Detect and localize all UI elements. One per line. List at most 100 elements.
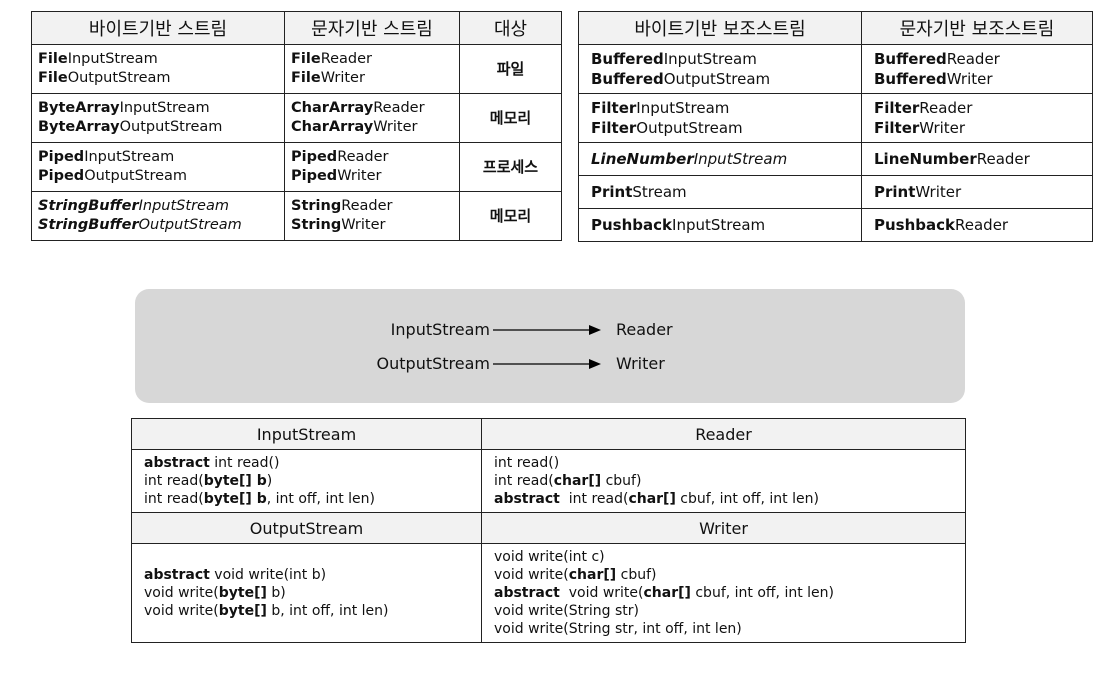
header-outputstream: OutputStream xyxy=(131,512,482,544)
method-signature: abstract int read(char[] cbuf, int off, … xyxy=(494,491,819,507)
method-signature: abstract void write(int b) xyxy=(144,567,327,583)
method-signature: int read(byte[] b) xyxy=(144,473,273,489)
method-signature: void write(char[] cbuf) xyxy=(494,567,657,583)
class-name-prefix: Print xyxy=(591,183,633,201)
mapping-to: Reader xyxy=(616,320,673,339)
right-arrow-icon xyxy=(493,359,601,369)
table-row: FileInputStream FileOutputStream FileRea… xyxy=(31,44,562,94)
class-name-suffix: Writer xyxy=(915,183,962,201)
char-stream-cell: CharArrayReader CharArrayWriter xyxy=(284,93,460,143)
table-header-row: 바이트기반 스트림 문자기반 스트림 대상 xyxy=(31,11,562,45)
reader-methods-cell: int read() int read(char[] cbuf) abstrac… xyxy=(481,449,966,513)
char-stream-cell: PipedReader PipedWriter xyxy=(284,142,460,192)
method-signature: int read() xyxy=(494,455,560,471)
table-row: FilterInputStream FilterOutputStream Fil… xyxy=(578,93,1093,143)
target-cell: 파일 xyxy=(459,44,562,94)
mapping-from: InputStream xyxy=(390,320,490,339)
byte-aux-cell: PushbackInputStream xyxy=(578,208,862,242)
header-byte-aux-stream: 바이트기반 보조스트림 xyxy=(578,11,862,45)
char-aux-cell: BufferedReader BufferedWriter xyxy=(861,44,1093,94)
class-name: ByteArrayInputStream xyxy=(38,100,210,116)
table-header-row: OutputStream Writer xyxy=(131,512,966,544)
char-stream-cell: StringReader StringWriter xyxy=(284,191,460,241)
header-reader: Reader xyxy=(481,418,966,450)
method-signature: int read(char[] cbuf) xyxy=(494,473,642,489)
table-row: StringBufferInputStream StringBufferOutp… xyxy=(31,191,562,241)
class-name: PipedOutputStream xyxy=(38,168,188,184)
class-name: BufferedWriter xyxy=(874,70,993,88)
class-name-suffix: InputStream xyxy=(693,150,788,168)
byte-stream-cell: ByteArrayInputStream ByteArrayOutputStre… xyxy=(31,93,285,143)
table-row: PushbackInputStream PushbackReader xyxy=(578,208,1093,242)
byte-stream-cell: StringBufferInputStream StringBufferOutp… xyxy=(31,191,285,241)
header-char-aux-stream: 문자기반 보조스트림 xyxy=(861,11,1093,45)
class-name: BufferedInputStream xyxy=(591,50,757,68)
table-row: BufferedInputStream BufferedOutputStream… xyxy=(578,44,1093,94)
byte-aux-cell: BufferedInputStream BufferedOutputStream xyxy=(578,44,862,94)
class-name: BufferedReader xyxy=(874,50,1000,68)
class-name: FilterReader xyxy=(874,99,973,117)
mapping-row: OutputStream Writer xyxy=(135,351,965,377)
right-arrow-icon xyxy=(493,325,601,335)
class-name-suffix: Reader xyxy=(955,216,1009,234)
class-name: PipedReader xyxy=(291,149,389,165)
target-cell: 메모리 xyxy=(459,93,562,143)
class-name: PipedInputStream xyxy=(38,149,175,165)
writer-methods-cell: void write(int c) void write(char[] cbuf… xyxy=(481,543,966,643)
class-name-suffix: Reader xyxy=(976,150,1030,168)
class-name-prefix: LineNumber xyxy=(874,150,977,168)
byte-aux-cell: PrintStream xyxy=(578,175,862,209)
class-name: FileWriter xyxy=(291,70,365,86)
class-name-suffix: Stream xyxy=(632,183,687,201)
outputstream-methods-cell: abstract void write(int b) void write(by… xyxy=(131,543,482,643)
stream-class-table: 바이트기반 스트림 문자기반 스트림 대상 FileInputStream Fi… xyxy=(31,11,562,241)
header-writer: Writer xyxy=(481,512,966,544)
byte-aux-cell: LineNumberInputStream xyxy=(578,142,862,176)
table-row: ByteArrayInputStream ByteArrayOutputStre… xyxy=(31,93,562,143)
class-name: StringReader xyxy=(291,198,393,214)
class-name-prefix: Pushback xyxy=(874,216,956,234)
method-signature: void write(String str) xyxy=(494,603,639,619)
char-aux-cell: FilterReader FilterWriter xyxy=(861,93,1093,143)
table-header-row: InputStream Reader xyxy=(131,418,966,450)
class-name: ByteArrayOutputStream xyxy=(38,119,223,135)
class-name: BufferedOutputStream xyxy=(591,70,771,88)
class-name: StringBufferInputStream xyxy=(38,198,229,214)
inputstream-methods-cell: abstract int read() int read(byte[] b) i… xyxy=(131,449,482,513)
method-signature: abstract void write(char[] cbuf, int off… xyxy=(494,585,834,601)
class-name: FilterWriter xyxy=(874,119,966,137)
char-aux-cell: LineNumberReader xyxy=(861,142,1093,176)
class-name: FilterOutputStream xyxy=(591,119,743,137)
class-name: StringWriter xyxy=(291,217,386,233)
class-name: StringBufferOutputStream xyxy=(38,217,242,233)
method-signature: void write(byte[] b, int off, int len) xyxy=(144,603,389,619)
method-signature: int read(byte[] b, int off, int len) xyxy=(144,491,375,507)
mapping-from: OutputStream xyxy=(376,354,490,373)
class-name: FileInputStream xyxy=(38,51,158,67)
table-row: abstract void write(int b) void write(by… xyxy=(131,543,966,643)
table-row: PrintStream PrintWriter xyxy=(578,175,1093,209)
byte-stream-cell: PipedInputStream PipedOutputStream xyxy=(31,142,285,192)
char-aux-cell: PrintWriter xyxy=(861,175,1093,209)
class-name: CharArrayReader xyxy=(291,100,425,116)
header-inputstream: InputStream xyxy=(131,418,482,450)
method-signature: void write(byte[] b) xyxy=(144,585,286,601)
method-signature: void write(String str, int off, int len) xyxy=(494,621,742,637)
target-cell: 프로세스 xyxy=(459,142,562,192)
class-name: CharArrayWriter xyxy=(291,119,418,135)
method-signature: void write(int c) xyxy=(494,549,605,565)
class-name: PipedWriter xyxy=(291,168,382,184)
table-row: LineNumberInputStream LineNumberReader xyxy=(578,142,1093,176)
char-stream-cell: FileReader FileWriter xyxy=(284,44,460,94)
class-name-suffix: InputStream xyxy=(672,216,766,234)
header-target: 대상 xyxy=(459,11,562,45)
byte-stream-cell: FileInputStream FileOutputStream xyxy=(31,44,285,94)
method-signature: abstract int read() xyxy=(144,455,280,471)
class-name-prefix: Print xyxy=(874,183,916,201)
char-aux-cell: PushbackReader xyxy=(861,208,1093,242)
class-name-prefix: Pushback xyxy=(591,216,673,234)
target-cell: 메모리 xyxy=(459,191,562,241)
header-byte-stream: 바이트기반 스트림 xyxy=(31,11,285,45)
mapping-row: InputStream Reader xyxy=(135,317,965,343)
table-header-row: 바이트기반 보조스트림 문자기반 보조스트림 xyxy=(578,11,1093,45)
